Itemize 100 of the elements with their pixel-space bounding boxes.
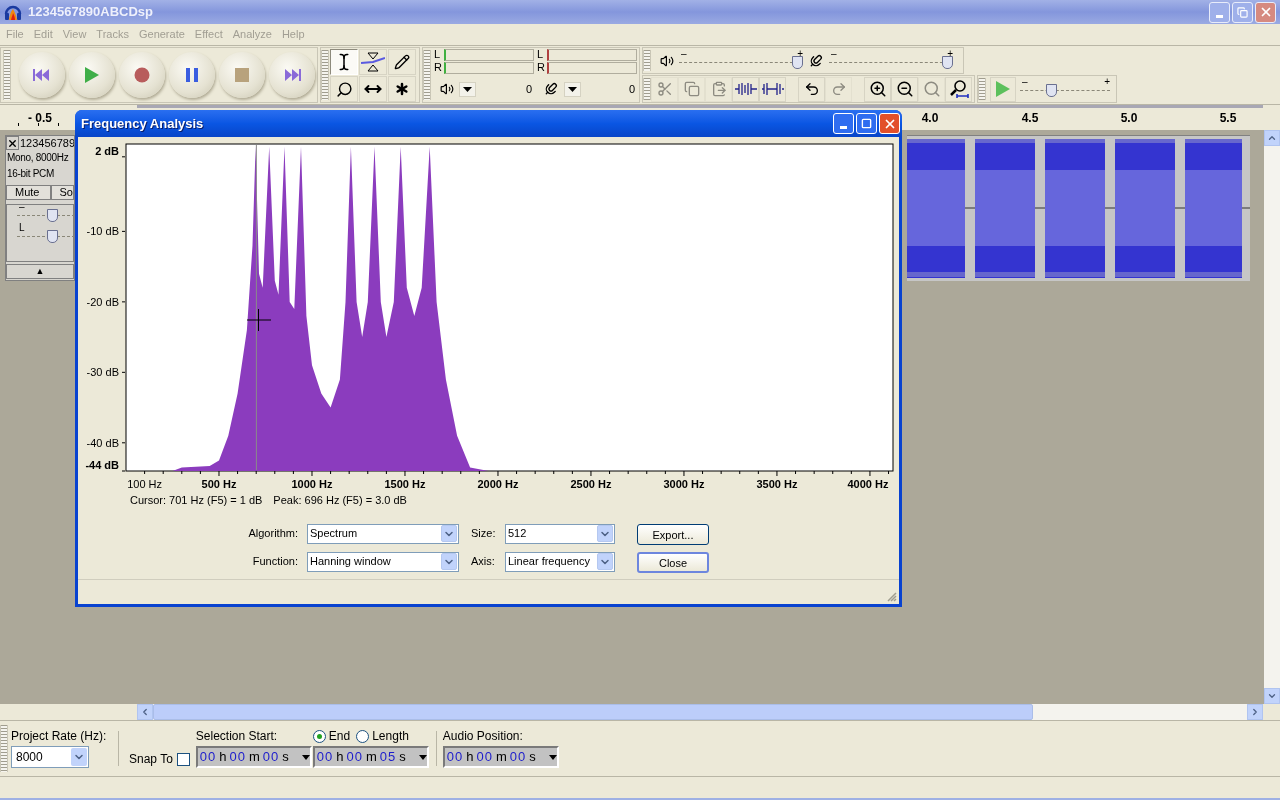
radio-button[interactable] xyxy=(312,729,326,743)
channel-label: R xyxy=(537,62,546,73)
trim-button[interactable] xyxy=(732,76,759,102)
minimize-button[interactable] xyxy=(1209,1,1230,23)
radio-button[interactable] xyxy=(356,729,370,743)
speaker-icon xyxy=(660,53,674,68)
axis-tick-label: 100 Hz xyxy=(127,478,163,490)
maximize-icon xyxy=(861,118,872,129)
silence-icon xyxy=(761,81,784,97)
dropdown-field[interactable]: Linear frequency xyxy=(505,551,615,572)
playback-volume-slider[interactable] xyxy=(679,55,803,70)
toolbar-grip[interactable] xyxy=(423,50,431,100)
gain-slider[interactable] xyxy=(17,209,74,223)
peak-readout: Peak: 696 Hz (F5) = 3.0 dB xyxy=(273,492,407,508)
track-button[interactable]: So xyxy=(50,185,74,200)
slider-thumb[interactable] xyxy=(942,55,953,69)
tool-button[interactable] xyxy=(330,49,358,75)
dropdown-arrow-icon[interactable] xyxy=(418,754,427,760)
zoom-fit-icon xyxy=(948,79,969,99)
dialog-button[interactable]: Close xyxy=(637,552,709,574)
vertical-scrollbar[interactable] xyxy=(1264,130,1280,704)
dropdown-arrow-icon[interactable] xyxy=(548,754,557,760)
toolbar-grip[interactable] xyxy=(978,78,986,100)
toolbar-grip[interactable] xyxy=(643,78,651,100)
dropdown-arrow-icon[interactable] xyxy=(301,754,310,760)
scroll-up-button[interactable] xyxy=(1264,130,1280,146)
crosshair xyxy=(246,308,272,332)
slider-thumb[interactable] xyxy=(46,209,58,222)
time-digits: 00 xyxy=(346,748,363,767)
dialog-button[interactable]: Export... xyxy=(637,524,709,546)
radio-option[interactable]: Length xyxy=(356,727,409,745)
time-digits: 05 xyxy=(379,748,397,767)
scroll-left-button[interactable] xyxy=(137,704,153,720)
pause-button[interactable] xyxy=(169,52,215,98)
toolbar-grip[interactable] xyxy=(0,725,8,772)
axis-tick-label: 1500 Hz xyxy=(384,478,426,490)
ruler-label: 5.5 xyxy=(1219,110,1237,127)
dropdown-button[interactable] xyxy=(459,81,476,97)
maximize-button[interactable] xyxy=(856,113,877,134)
skip-end-button[interactable] xyxy=(269,52,315,98)
resize-grip-icon[interactable] xyxy=(887,592,897,602)
restore-button[interactable] xyxy=(1232,1,1253,23)
scroll-thumb[interactable] xyxy=(153,704,1033,720)
zoom-out-button[interactable] xyxy=(891,76,918,102)
time-unit: h xyxy=(466,748,474,767)
slider-thumb[interactable] xyxy=(1046,84,1058,97)
radio-option[interactable]: End xyxy=(312,727,351,745)
dropdown-field[interactable]: Spectrum xyxy=(307,523,459,544)
scroll-down-button[interactable] xyxy=(1264,688,1280,704)
close-button[interactable] xyxy=(1255,1,1276,23)
pan-slider[interactable] xyxy=(17,230,74,244)
dropdown-field[interactable]: 512 xyxy=(505,523,615,544)
slider-max-label: + xyxy=(947,48,953,59)
zoom-out-icon xyxy=(895,80,914,98)
play-button[interactable] xyxy=(69,52,115,98)
time-field[interactable]: 00 h 00 m 00 s xyxy=(195,746,312,768)
skip-start-button[interactable] xyxy=(19,52,65,98)
play-icon xyxy=(84,66,100,84)
axis-tick-label: 500 Hz xyxy=(201,478,237,490)
dropdown-button[interactable] xyxy=(564,81,581,97)
slider-thumb[interactable] xyxy=(46,230,58,243)
undo-button[interactable] xyxy=(798,76,825,102)
redo-icon xyxy=(830,81,847,97)
slider-min-label: – xyxy=(681,48,687,59)
field-label: Axis: xyxy=(470,554,496,570)
record-volume-slider[interactable] xyxy=(829,55,953,70)
speed-slider[interactable] xyxy=(1020,84,1110,98)
ruler-label: 5.0 xyxy=(1120,110,1138,127)
time-digits: 00 xyxy=(199,748,217,767)
slider-thumb[interactable] xyxy=(792,55,803,69)
dropdown-arrow-icon xyxy=(568,86,577,92)
time-field[interactable]: 00 h 00 m 05 s xyxy=(312,746,429,768)
collapse-track-button[interactable]: ▲ xyxy=(6,264,74,279)
zoom-fit-button[interactable] xyxy=(945,76,972,102)
slider-min-label: – xyxy=(1022,77,1028,87)
snap-to-label: Snap To xyxy=(129,751,173,768)
rate-field[interactable]: 8000 xyxy=(11,746,89,768)
toolbar-grip[interactable] xyxy=(3,50,11,100)
toolbar-grip[interactable] xyxy=(321,50,329,100)
close-track-button[interactable] xyxy=(6,136,19,150)
record-button[interactable] xyxy=(119,52,165,98)
dropdown-field[interactable]: Hanning window xyxy=(307,551,459,572)
silence-button[interactable] xyxy=(759,76,786,102)
toolbar-grip[interactable] xyxy=(643,50,651,71)
time-digits: 00 xyxy=(316,748,334,767)
time-field[interactable]: 00 h 00 m 00 s xyxy=(442,746,559,768)
time-digits: 00 xyxy=(509,748,527,767)
stop-button[interactable] xyxy=(219,52,265,98)
zoom-in-icon xyxy=(868,80,887,98)
horizontal-scrollbar[interactable] xyxy=(137,704,1263,720)
axis-tick-label: -40 dB xyxy=(86,436,119,449)
copy-icon xyxy=(683,81,700,97)
zoom-in-button[interactable] xyxy=(864,76,891,102)
scroll-right-button[interactable] xyxy=(1247,704,1263,720)
checkbox[interactable] xyxy=(176,753,190,766)
meter-reading: 0 xyxy=(628,81,636,97)
time-unit: s xyxy=(282,748,289,767)
track-button[interactable]: Mute xyxy=(6,185,51,200)
trim-icon xyxy=(734,81,757,97)
record-icon xyxy=(134,67,150,83)
